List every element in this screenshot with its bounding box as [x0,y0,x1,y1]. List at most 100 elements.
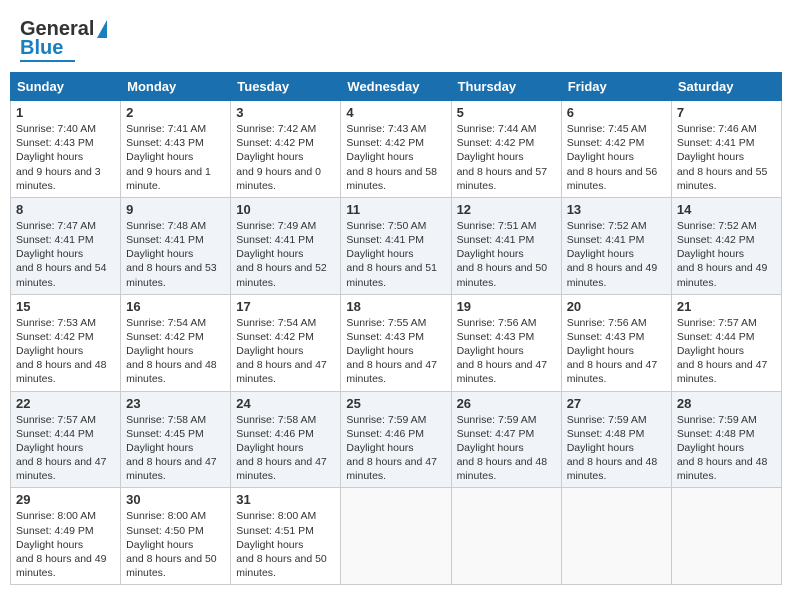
cell-content: Sunrise: 8:00 AM Sunset: 4:49 PM Dayligh… [16,509,115,580]
calendar-cell: 6 Sunrise: 7:45 AM Sunset: 4:42 PM Dayli… [561,101,671,198]
sunset-label: Sunset: 4:44 PM [677,331,755,343]
calendar-cell: 16 Sunrise: 7:54 AM Sunset: 4:42 PM Dayl… [121,294,231,391]
day-number: 28 [677,396,776,411]
logo-blue: Blue [20,37,63,60]
day-number: 27 [567,396,666,411]
calendar-cell: 3 Sunrise: 7:42 AM Sunset: 4:42 PM Dayli… [231,101,341,198]
day-number: 7 [677,105,776,120]
sunset-label: Sunset: 4:43 PM [457,331,535,343]
calendar-cell: 29 Sunrise: 8:00 AM Sunset: 4:49 PM Dayl… [11,488,121,585]
sunrise-label: Sunrise: 7:40 AM [16,123,96,135]
day-number: 14 [677,202,776,217]
calendar-cell: 19 Sunrise: 7:56 AM Sunset: 4:43 PM Dayl… [451,294,561,391]
calendar-week-3: 15 Sunrise: 7:53 AM Sunset: 4:42 PM Dayl… [11,294,782,391]
daylight-label: Daylight hours [126,248,193,260]
cell-content: Sunrise: 7:45 AM Sunset: 4:42 PM Dayligh… [567,122,666,193]
daylight-duration: and 8 hours and 47 minutes. [236,359,327,385]
daylight-duration: and 8 hours and 48 minutes. [457,456,548,482]
sunrise-label: Sunrise: 7:59 AM [677,414,757,426]
logo-underline [20,60,75,62]
daylight-label: Daylight hours [346,248,413,260]
daylight-duration: and 8 hours and 51 minutes. [346,262,437,288]
sunrise-label: Sunrise: 7:46 AM [677,123,757,135]
daylight-duration: and 9 hours and 0 minutes. [236,166,321,192]
weekday-header-row: SundayMondayTuesdayWednesdayThursdayFrid… [11,73,782,101]
sunset-label: Sunset: 4:43 PM [16,137,94,149]
daylight-label: Daylight hours [677,248,744,260]
cell-content: Sunrise: 7:44 AM Sunset: 4:42 PM Dayligh… [457,122,556,193]
sunset-label: Sunset: 4:42 PM [346,137,424,149]
day-number: 6 [567,105,666,120]
calendar-cell: 30 Sunrise: 8:00 AM Sunset: 4:50 PM Dayl… [121,488,231,585]
logo: General Blue [20,18,107,62]
cell-content: Sunrise: 7:42 AM Sunset: 4:42 PM Dayligh… [236,122,335,193]
weekday-header-wednesday: Wednesday [341,73,451,101]
daylight-duration: and 8 hours and 49 minutes. [567,262,658,288]
sunrise-label: Sunrise: 7:57 AM [677,317,757,329]
daylight-duration: and 8 hours and 57 minutes. [457,166,548,192]
cell-content: Sunrise: 7:59 AM Sunset: 4:48 PM Dayligh… [677,413,776,484]
calendar-cell: 7 Sunrise: 7:46 AM Sunset: 4:41 PM Dayli… [671,101,781,198]
day-number: 21 [677,299,776,314]
daylight-label: Daylight hours [567,345,634,357]
daylight-duration: and 8 hours and 48 minutes. [16,359,107,385]
calendar-cell [341,488,451,585]
sunset-label: Sunset: 4:43 PM [126,137,204,149]
sunrise-label: Sunrise: 7:59 AM [567,414,647,426]
daylight-duration: and 8 hours and 48 minutes. [677,456,768,482]
sunset-label: Sunset: 4:48 PM [567,428,645,440]
cell-content: Sunrise: 7:58 AM Sunset: 4:45 PM Dayligh… [126,413,225,484]
sunset-label: Sunset: 4:42 PM [457,137,535,149]
sunrise-label: Sunrise: 7:43 AM [346,123,426,135]
daylight-label: Daylight hours [236,248,303,260]
sunrise-label: Sunrise: 7:50 AM [346,220,426,232]
sunrise-label: Sunrise: 7:56 AM [567,317,647,329]
daylight-label: Daylight hours [236,345,303,357]
sunrise-label: Sunrise: 7:51 AM [457,220,537,232]
weekday-header-thursday: Thursday [451,73,561,101]
sunset-label: Sunset: 4:42 PM [16,331,94,343]
sunrise-label: Sunrise: 7:47 AM [16,220,96,232]
sunrise-label: Sunrise: 8:00 AM [16,510,96,522]
calendar-week-5: 29 Sunrise: 8:00 AM Sunset: 4:49 PM Dayl… [11,488,782,585]
sunrise-label: Sunrise: 7:42 AM [236,123,316,135]
cell-content: Sunrise: 7:53 AM Sunset: 4:42 PM Dayligh… [16,316,115,387]
daylight-duration: and 8 hours and 47 minutes. [346,359,437,385]
calendar-cell: 18 Sunrise: 7:55 AM Sunset: 4:43 PM Dayl… [341,294,451,391]
day-number: 1 [16,105,115,120]
daylight-label: Daylight hours [16,539,83,551]
sunset-label: Sunset: 4:43 PM [346,331,424,343]
sunset-label: Sunset: 4:42 PM [126,331,204,343]
daylight-duration: and 8 hours and 56 minutes. [567,166,658,192]
calendar-cell: 24 Sunrise: 7:58 AM Sunset: 4:46 PM Dayl… [231,391,341,488]
sunset-label: Sunset: 4:42 PM [236,331,314,343]
calendar-cell: 28 Sunrise: 7:59 AM Sunset: 4:48 PM Dayl… [671,391,781,488]
day-number: 12 [457,202,556,217]
day-number: 13 [567,202,666,217]
daylight-label: Daylight hours [346,345,413,357]
sunrise-label: Sunrise: 7:58 AM [236,414,316,426]
sunrise-label: Sunrise: 7:59 AM [346,414,426,426]
calendar-cell: 4 Sunrise: 7:43 AM Sunset: 4:42 PM Dayli… [341,101,451,198]
daylight-label: Daylight hours [236,539,303,551]
calendar-cell: 22 Sunrise: 7:57 AM Sunset: 4:44 PM Dayl… [11,391,121,488]
daylight-label: Daylight hours [16,442,83,454]
daylight-label: Daylight hours [457,345,524,357]
daylight-duration: and 8 hours and 58 minutes. [346,166,437,192]
daylight-label: Daylight hours [16,151,83,163]
calendar-cell [671,488,781,585]
sunrise-label: Sunrise: 7:49 AM [236,220,316,232]
cell-content: Sunrise: 7:46 AM Sunset: 4:41 PM Dayligh… [677,122,776,193]
sunset-label: Sunset: 4:50 PM [126,525,204,537]
calendar-cell: 1 Sunrise: 7:40 AM Sunset: 4:43 PM Dayli… [11,101,121,198]
sunrise-label: Sunrise: 7:54 AM [236,317,316,329]
calendar-cell: 25 Sunrise: 7:59 AM Sunset: 4:46 PM Dayl… [341,391,451,488]
calendar-cell [561,488,671,585]
calendar-week-1: 1 Sunrise: 7:40 AM Sunset: 4:43 PM Dayli… [11,101,782,198]
daylight-duration: and 8 hours and 47 minutes. [236,456,327,482]
sunset-label: Sunset: 4:44 PM [16,428,94,440]
sunrise-label: Sunrise: 7:52 AM [677,220,757,232]
sunset-label: Sunset: 4:41 PM [457,234,535,246]
sunset-label: Sunset: 4:42 PM [567,137,645,149]
daylight-duration: and 8 hours and 53 minutes. [126,262,217,288]
